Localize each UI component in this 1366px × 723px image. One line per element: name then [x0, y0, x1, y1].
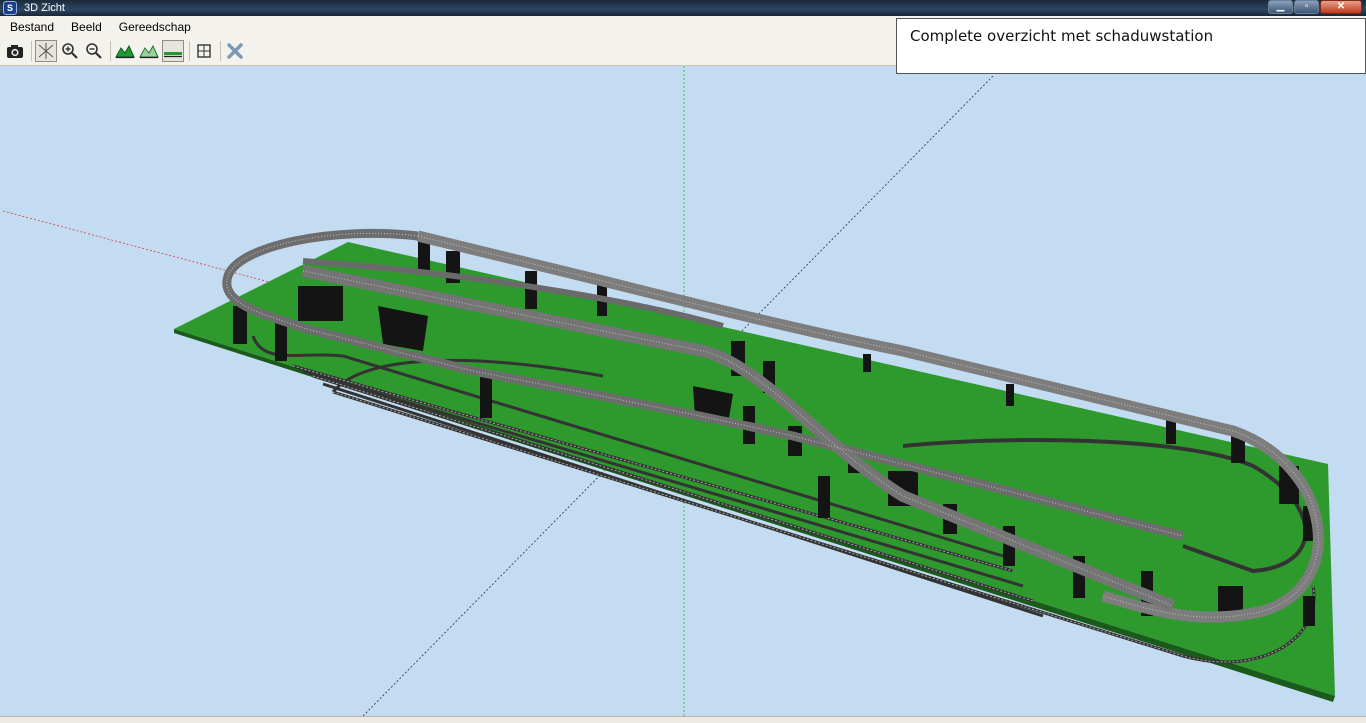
menu-gereedschap[interactable]: Gereedschap	[109, 20, 198, 34]
zoom-out-icon[interactable]	[83, 40, 105, 62]
close-icon[interactable]: ✕	[1320, 0, 1362, 14]
close-view-icon[interactable]	[224, 40, 246, 62]
landscape-view-icon[interactable]	[114, 40, 136, 62]
menu-bestand[interactable]: Bestand	[0, 20, 61, 34]
3d-scene[interactable]	[3, 66, 1366, 716]
annotation-text: Complete overzicht met schaduwstation	[910, 27, 1214, 45]
camera-icon[interactable]	[4, 40, 26, 62]
3d-viewport[interactable]	[3, 66, 1366, 716]
toolbar-separator	[31, 41, 32, 61]
toolbar-separator	[110, 41, 111, 61]
zoom-in-icon[interactable]	[59, 40, 81, 62]
minimize-icon[interactable]: ▁	[1268, 0, 1293, 14]
landscape-outline-icon[interactable]	[138, 40, 160, 62]
annotation-box: Complete overzicht met schaduwstation	[896, 18, 1366, 74]
fit-view-icon[interactable]	[193, 40, 215, 62]
app-icon[interactable]: S	[3, 1, 17, 15]
window-title: 3D Zicht	[24, 2, 65, 14]
toolbar-separator	[220, 41, 221, 61]
maximize-icon[interactable]: ▫	[1294, 0, 1319, 14]
menu-beeld[interactable]: Beeld	[61, 20, 109, 34]
baseboard	[174, 242, 1335, 696]
flat-view-icon[interactable]	[162, 40, 184, 62]
toolbar-separator	[189, 41, 190, 61]
window-controls: ▁ ▫ ✕	[1268, 0, 1362, 15]
rotate-axes-icon[interactable]	[35, 40, 57, 62]
title-bar: S 3D Zicht ▁ ▫ ✕	[0, 0, 1366, 16]
